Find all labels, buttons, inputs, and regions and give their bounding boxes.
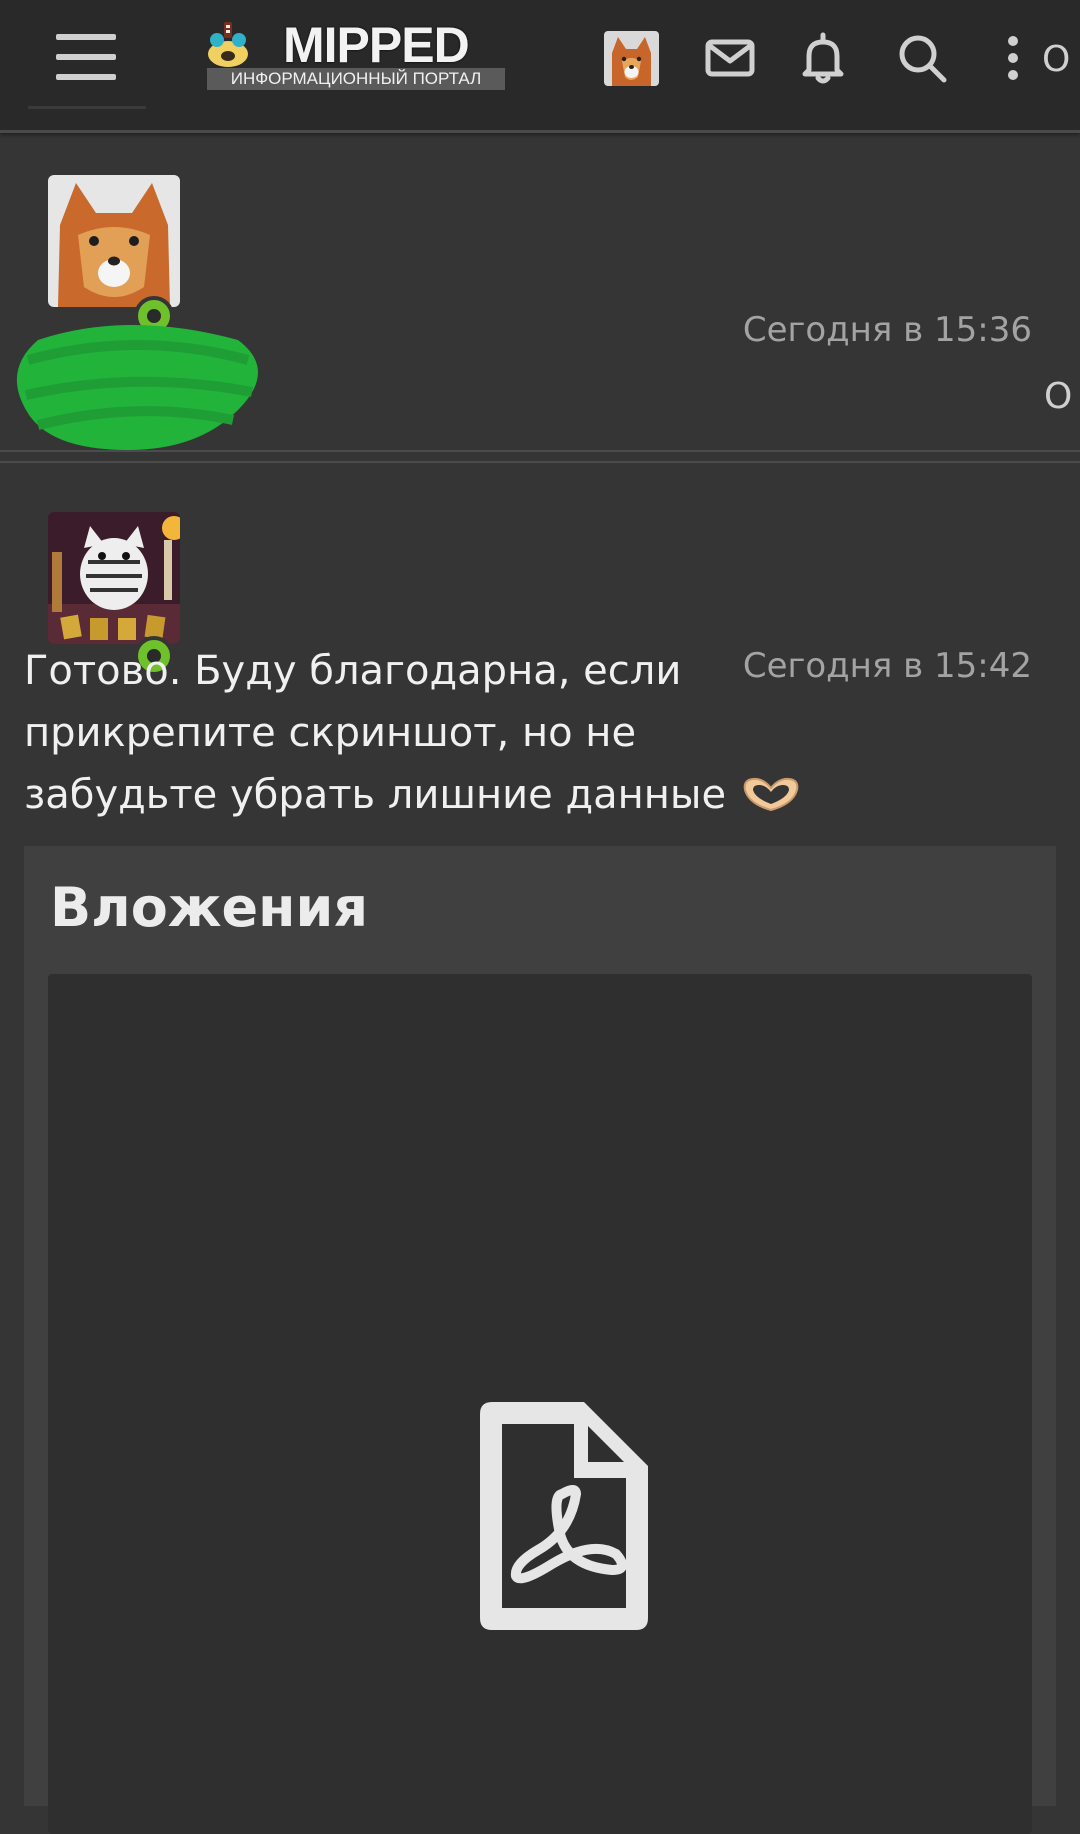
attachment-file-card[interactable]: [48, 974, 1032, 1834]
message-timestamp[interactable]: Сегодня в 15:36: [743, 310, 1032, 350]
message-text: Готово. Буду благодарна, если прикрепите…: [24, 648, 727, 818]
fox-avatar[interactable]: [48, 175, 180, 307]
cat-tarot-avatar-image: [48, 512, 180, 644]
user-avatar-button[interactable]: [604, 31, 659, 86]
envelope-icon[interactable]: [702, 30, 758, 86]
cat-tarot-avatar[interactable]: [48, 512, 180, 644]
header-cut-label: О: [1042, 39, 1071, 80]
redaction-scribble: [16, 325, 259, 450]
message-cut-label: О: [1044, 376, 1073, 417]
more-vertical-icon[interactable]: [1004, 36, 1022, 84]
site-logo[interactable]: MIPPED ИНФОРМАЦИОННЫЙ ПОРТАЛ: [205, 18, 507, 90]
pdf-file-icon: [480, 1402, 648, 1630]
bell-icon[interactable]: [795, 30, 851, 86]
message-divider: [0, 450, 1080, 452]
search-icon[interactable]: [894, 30, 950, 86]
menu-icon[interactable]: [56, 34, 116, 86]
message-body: Готово. Буду благодарна, если прикрепите…: [24, 640, 804, 826]
attachments-title: Вложения: [50, 876, 368, 939]
attachments-block: Вложения: [24, 846, 1056, 1834]
top-navigation-bar: MIPPED ИНФОРМАЦИОННЫЙ ПОРТАЛ О: [0, 0, 1080, 133]
logo-title: MIPPED: [283, 17, 470, 73]
fox-avatar-image: [604, 31, 659, 86]
logo-subtitle: ИНФОРМАЦИОННЫЙ ПОРТАЛ: [207, 68, 505, 90]
message-divider: [0, 461, 1080, 463]
menu-underline: [28, 106, 146, 109]
heart-hands-emoji: [743, 777, 799, 812]
logo-mascot-icon: [208, 22, 248, 67]
fox-avatar-image: [48, 175, 180, 307]
